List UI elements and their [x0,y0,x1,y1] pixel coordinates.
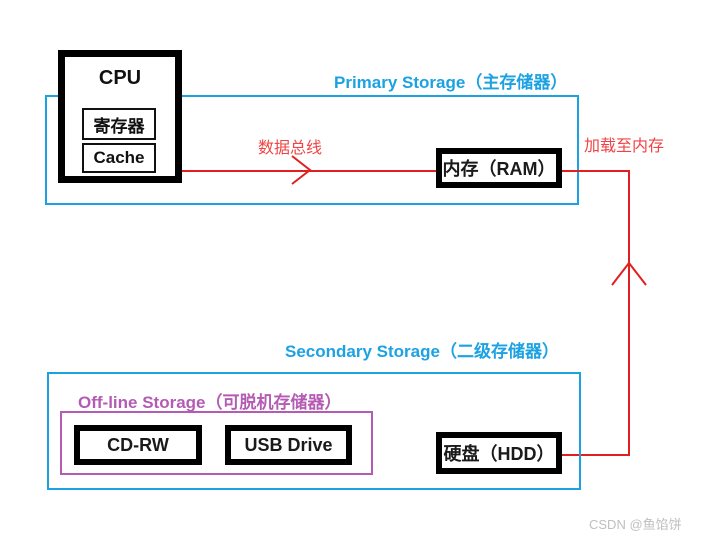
load-to-ram-top-segment [562,170,630,172]
offline-storage-label: Off-line Storage（可脱机存储器） [78,393,342,412]
data-bus-label: 数据总线 [258,140,323,157]
cache-box: Cache [82,143,156,173]
cdrw-box: CD-RW [74,425,202,465]
register-box: 寄存器 [82,108,156,140]
ram-box: 内存（RAM） [436,148,562,188]
usb-drive-box: USB Drive [225,425,352,465]
load-to-ram-label: 加载至内存 [584,138,665,155]
load-to-ram-vertical-segment [628,170,630,456]
primary-storage-label: Primary Storage（主存储器） [334,73,568,92]
diagram-canvas: Primary Storage（主存储器） CPU 寄存器 Cache 数据总线… [0,0,710,540]
hdd-box: 硬盘（HDD） [436,432,562,474]
secondary-storage-label: Secondary Storage（二级存储器） [285,342,559,361]
cpu-label: CPU [98,67,142,89]
csdn-watermark: CSDN @鱼馅饼 [589,517,682,532]
data-bus-line [182,170,436,172]
